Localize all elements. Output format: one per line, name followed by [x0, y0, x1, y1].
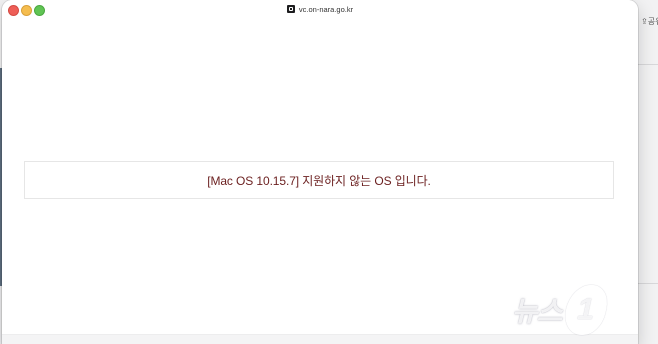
unsupported-os-notice: [Mac OS 10.15.7] 지원하지 않는 OS 입니다.: [24, 161, 614, 199]
address-display: vc.on-nara.go.kr: [2, 4, 638, 15]
background-divider: [638, 283, 658, 284]
share-label: 공유: [647, 17, 658, 26]
url-text: vc.on-nara.go.kr: [298, 5, 354, 14]
popup-browser-window: vc.on-nara.go.kr [Mac OS 10.15.7] 지원하지 않…: [2, 0, 638, 344]
notice-message: [Mac OS 10.15.7] 지원하지 않는 OS 입니다.: [207, 173, 431, 188]
window-titlebar[interactable]: vc.on-nara.go.kr: [2, 0, 638, 20]
background-divider: [638, 64, 658, 65]
site-favicon-icon: [286, 5, 295, 13]
background-share-button[interactable]: ⇪공유: [641, 16, 658, 27]
window-bottom-strip: [2, 334, 638, 344]
share-icon: ⇪: [641, 17, 648, 26]
